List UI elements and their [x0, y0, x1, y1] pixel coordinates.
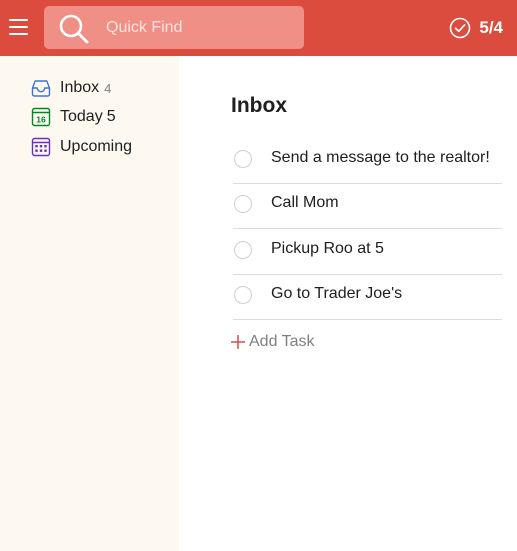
menu-icon-line: [9, 26, 28, 28]
app-window: 5/4 Inbox 4 16 Today 5: [0, 0, 517, 551]
sidebar-item-upcoming[interactable]: Upcoming: [31, 135, 132, 159]
task-content[interactable]: Call Mom: [271, 194, 339, 212]
karma-productivity-button[interactable]: 5/4: [449, 14, 503, 42]
menu-icon-line: [9, 19, 28, 21]
check-circle-icon: [450, 17, 471, 39]
search-input[interactable]: [106, 6, 296, 49]
task-item[interactable]: Pickup Roo at 5: [233, 229, 502, 275]
task-content[interactable]: Send a message to the realtor!: [271, 149, 490, 167]
calendar-day-number: 16: [36, 115, 46, 125]
search-icon: [59, 14, 89, 44]
main-content: Inbox Send a message to the realtor! Cal…: [179, 56, 517, 551]
task-checkbox[interactable]: [234, 286, 252, 304]
karma-count: 5/4: [479, 18, 503, 37]
add-task-button[interactable]: Add Task: [231, 330, 315, 354]
menu-icon[interactable]: [9, 17, 29, 37]
sidebar-item-today[interactable]: 16 Today 5: [31, 105, 116, 129]
task-checkbox[interactable]: [234, 195, 252, 213]
sidebar-item-count: 4: [104, 80, 112, 96]
task-item[interactable]: Call Mom: [233, 183, 502, 229]
page-title: Inbox: [231, 94, 287, 117]
sidebar: Inbox 4 16 Today 5 Upcoming: [0, 56, 179, 551]
calendar-today-icon: 16: [31, 107, 51, 127]
sidebar-item-label: Today: [60, 108, 103, 125]
task-checkbox[interactable]: [234, 241, 252, 259]
sidebar-item-label: Inbox: [60, 79, 100, 96]
task-content[interactable]: Go to Trader Joe's: [271, 285, 402, 303]
top-bar: 5/4: [0, 0, 517, 56]
calendar-upcoming-icon: [31, 137, 51, 157]
quick-find-search[interactable]: [44, 6, 304, 49]
add-task-label: Add Task: [249, 333, 315, 350]
task-item[interactable]: Go to Trader Joe's: [233, 274, 502, 320]
menu-icon-line: [9, 33, 28, 35]
task-content[interactable]: Pickup Roo at 5: [271, 240, 384, 258]
sidebar-item-inbox[interactable]: Inbox 4: [31, 76, 111, 100]
task-item[interactable]: Send a message to the realtor!: [233, 138, 502, 184]
inbox-icon: [31, 80, 51, 97]
task-checkbox[interactable]: [234, 150, 252, 168]
sidebar-item-label: Upcoming: [60, 138, 133, 155]
plus-icon: [231, 335, 245, 349]
sidebar-item-count: 5: [106, 108, 116, 125]
